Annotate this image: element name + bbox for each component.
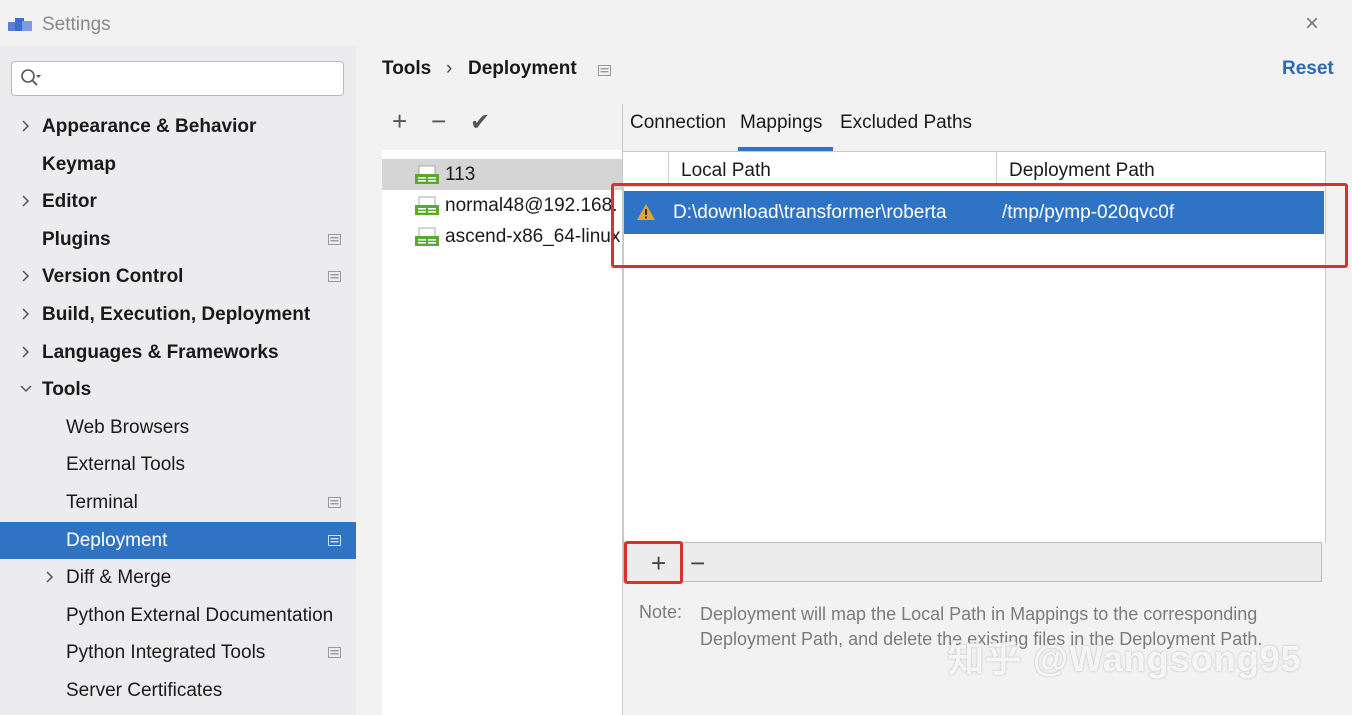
server-name: normal48@192.168. [445, 195, 618, 216]
mappings-toolbar [623, 542, 1322, 582]
sidebar-item-label: Server Certificates [66, 680, 223, 701]
project-level-icon [598, 65, 611, 76]
sidebar-item-build-execution-deployment[interactable]: Build, Execution, Deployment [0, 296, 356, 333]
sidebar-item-server-certificates[interactable]: Server Certificates [0, 672, 356, 709]
sidebar-item-label: External Tools [66, 454, 185, 476]
sidebar-item-label: Deployment [66, 529, 168, 551]
note-label: Note: [639, 602, 683, 622]
sidebar-item-label: Keymap [42, 153, 116, 175]
project-level-icon [328, 647, 341, 659]
highlight-box [624, 541, 683, 584]
reset-link[interactable]: Reset [1282, 58, 1334, 80]
highlight-box [611, 183, 1348, 268]
remove-mapping-button[interactable]: − [690, 548, 705, 579]
sidebar-item-terminal[interactable]: Terminal [0, 484, 356, 521]
breadcrumb-parent[interactable]: Tools [382, 58, 431, 80]
sidebar-item-diff-merge[interactable]: Diff & Merge [0, 559, 356, 596]
sidebar-item-label: Python Integrated Tools [66, 642, 266, 664]
project-level-icon [328, 271, 341, 283]
sidebar-item-plugins[interactable]: Plugins [0, 221, 356, 258]
watermark: 知乎 @Wangsong95 [948, 638, 1302, 679]
sidebar-item-deployment[interactable]: Deployment [0, 521, 356, 559]
chevron-right-icon[interactable] [20, 270, 32, 282]
column-separator[interactable] [996, 152, 997, 186]
server-item[interactable]: 113 [382, 159, 622, 190]
sidebar-item-languages-frameworks[interactable]: Languages & Frameworks [0, 334, 356, 371]
project-level-icon [328, 497, 341, 508]
sidebar-item-label: Editor [42, 191, 97, 213]
sidebar-item-appearance-behavior[interactable]: Appearance & Behavior [0, 108, 356, 145]
add-server-button[interactable]: + [392, 106, 407, 137]
server-list: 113 normal48@192.168. ascend-x86_64-linux [382, 150, 622, 715]
sidebar-item-label: Web Browsers [66, 416, 190, 438]
sidebar-item-version-control[interactable]: Version Control [0, 258, 356, 295]
sidebar-item-label: Plugins [42, 228, 111, 250]
breadcrumb-separator: › [446, 58, 453, 79]
sftp-server-icon [415, 227, 439, 246]
chevron-right-icon[interactable] [20, 195, 32, 207]
sftp-server-icon [415, 165, 439, 184]
search-input[interactable] [11, 61, 344, 96]
title-bar [0, 0, 1352, 46]
sidebar-item-web-browsers[interactable]: Web Browsers [0, 409, 356, 446]
sftp-server-icon [415, 196, 439, 215]
column-separator[interactable] [668, 152, 669, 186]
chevron-right-icon[interactable] [20, 120, 32, 132]
sidebar-item-label: Tools [42, 379, 92, 401]
sidebar-item-label: Appearance & Behavior [42, 116, 257, 137]
server-item[interactable]: normal48@192.168. [382, 190, 622, 221]
search-icon [21, 69, 41, 86]
chevron-right-icon[interactable] [44, 571, 56, 583]
column-header-local-path[interactable]: Local Path [681, 160, 771, 182]
server-name: ascend-x86_64-linux [445, 226, 621, 247]
server-item[interactable]: ascend-x86_64-linux [382, 221, 622, 252]
sidebar-item-label: Diff & Merge [66, 567, 172, 589]
sidebar-item-python-integrated-tools[interactable]: Python Integrated Tools [0, 634, 356, 671]
window-title: Settings [42, 14, 111, 35]
breadcrumb-current: Deployment [468, 58, 577, 79]
sidebar-item-editor[interactable]: Editor [0, 183, 356, 220]
close-icon[interactable]: × [1300, 12, 1324, 36]
chevron-down-icon[interactable] [20, 383, 32, 395]
sidebar-item-label: Python External Documentation [66, 604, 334, 626]
sidebar-item-label: Terminal [66, 492, 138, 513]
sidebar-item-label: Build, Execution, Deployment [42, 304, 311, 325]
chevron-right-icon[interactable] [20, 308, 32, 320]
project-level-icon [328, 534, 341, 546]
set-default-server-button[interactable]: ✔ [470, 108, 490, 137]
tab-excluded-paths[interactable]: Excluded Paths [840, 112, 972, 134]
sidebar-item-label: Version Control [42, 266, 184, 288]
tab-connection[interactable]: Connection [630, 112, 726, 134]
remove-server-button[interactable]: − [431, 106, 446, 137]
sidebar-item-external-tools[interactable]: External Tools [0, 446, 356, 483]
sidebar-item-label: Languages & Frameworks [42, 341, 279, 363]
chevron-right-icon[interactable] [20, 346, 32, 358]
app-logo-icon [8, 18, 32, 31]
sidebar-item-python-external-documentation[interactable]: Python External Documentation [0, 597, 356, 634]
sidebar-item-tools[interactable]: Tools [0, 371, 356, 408]
tab-mappings[interactable]: Mappings [740, 112, 822, 134]
sidebar-item-keymap[interactable]: Keymap [0, 146, 356, 183]
server-name: 113 [445, 164, 476, 185]
project-level-icon [328, 233, 341, 245]
column-header-deployment-path[interactable]: Deployment Path [1009, 160, 1155, 182]
